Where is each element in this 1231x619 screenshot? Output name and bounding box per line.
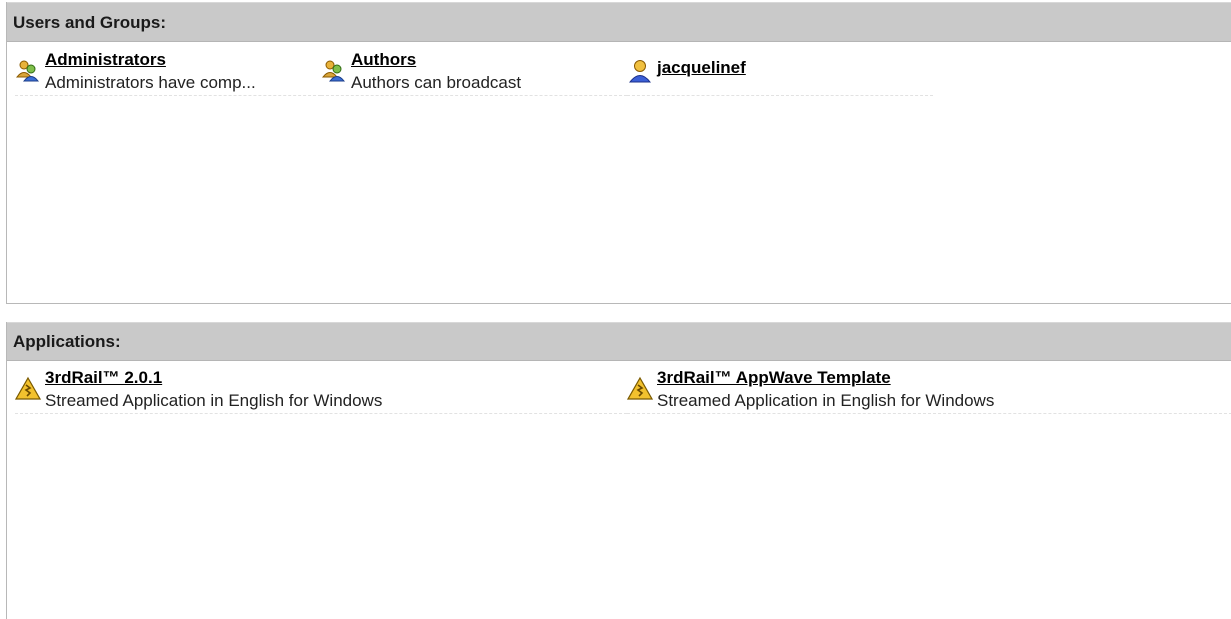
users-and-groups-header: Users and Groups: (7, 2, 1231, 42)
user-icon (627, 58, 653, 84)
application-name-link[interactable]: 3rdRail™ AppWave Template (657, 368, 891, 388)
users-and-groups-panel: Users and Groups: Administrators Adminis… (6, 2, 1231, 304)
group-name-link[interactable]: Administrators (45, 50, 166, 70)
list-item-authors[interactable]: Authors Authors can broadcast (321, 50, 627, 96)
applications-row: 3rdRail™ 2.0.1 Streamed Application in E… (7, 361, 1231, 417)
application-name-link[interactable]: 3rdRail™ 2.0.1 (45, 368, 162, 388)
user-name-link[interactable]: jacquelinef (657, 58, 746, 78)
list-item-application[interactable]: 3rdRail™ 2.0.1 Streamed Application in E… (14, 368, 627, 414)
list-item-jacquelinef[interactable]: jacquelinef (627, 50, 933, 96)
list-item-application[interactable]: 3rdRail™ AppWave Template Streamed Appli… (626, 368, 1231, 414)
group-description: Administrators have comp... (45, 73, 256, 92)
users-row: Administrators Administrators have comp.… (7, 42, 1231, 98)
applications-panel: Applications: 3rdRail™ 2.0.1 Streamed Ap… (6, 322, 1231, 619)
list-item-administrators[interactable]: Administrators Administrators have comp.… (15, 50, 321, 96)
warning-icon (626, 376, 654, 402)
application-description: Streamed Application in English for Wind… (657, 391, 995, 410)
warning-icon (14, 376, 42, 402)
group-icon (15, 58, 41, 84)
applications-header: Applications: (7, 322, 1231, 361)
group-name-link[interactable]: Authors (351, 50, 416, 70)
group-description: Authors can broadcast (351, 73, 522, 92)
application-description: Streamed Application in English for Wind… (45, 391, 383, 410)
group-icon (321, 58, 347, 84)
